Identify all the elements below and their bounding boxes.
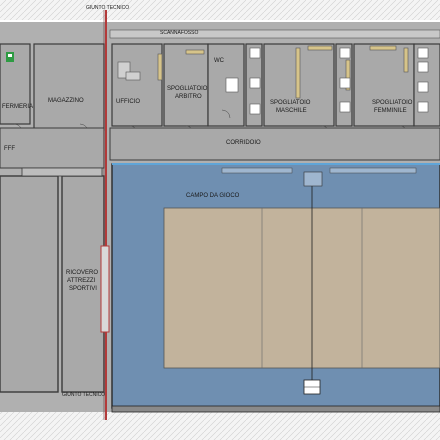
ricovero-label-2: ATTREZZI: [67, 278, 96, 284]
spogliatoio-maschile-label-2: MASCHILE: [276, 108, 307, 114]
fff-label: FFF: [4, 146, 15, 152]
floor-plan-drawing: [0, 0, 440, 440]
fff-area: [0, 127, 105, 169]
joint-label-bottom: GIUNTO TECNICO: [62, 392, 106, 398]
corridoio-label: CORRIDOIO: [226, 140, 261, 146]
room-spogliatoio-arbitro: [163, 43, 209, 127]
bench-2: [329, 167, 417, 174]
room-magazzino: [33, 43, 105, 131]
wc-label: WC: [214, 58, 224, 64]
exterior-strip-top: [0, 0, 440, 20]
ricovero-label-3: SPORTIVI: [69, 286, 97, 292]
spogliatoio-maschile-label-1: SPOGLIATOIO: [270, 100, 311, 106]
bench-1: [221, 167, 293, 174]
service-rooms: [0, 43, 440, 131]
hall-bottom-wall: [111, 405, 440, 413]
ricovero-label-1: RICOVERO: [66, 270, 99, 276]
campo-label: CAMPO DA GIOCO: [186, 193, 240, 199]
spogliatoio-femminile-label-1: SPOGLIATOIO: [372, 100, 413, 106]
magazzino-label: MAGAZZINO: [48, 98, 84, 104]
scannafosso-label: SCANNAFOSSO: [160, 30, 199, 36]
storage-vestibule: [21, 167, 103, 177]
floor-plan: GIUNTO TECNICO GIUNTO TECNICO SCANNAFOSS…: [0, 0, 440, 440]
ufficio-label: UFFICIO: [116, 99, 140, 105]
spogliatoio-arbitro-label-2: ARBITRO: [175, 94, 202, 100]
infermeria-label: FERMERIA: [2, 104, 34, 110]
room-infermeria: [0, 43, 31, 125]
room-left-storage: [0, 175, 59, 393]
corridor: [109, 127, 440, 161]
hall-door-left: [100, 245, 110, 333]
joint-label-top: GIUNTO TECNICO: [86, 5, 130, 11]
room-ufficio: [111, 43, 163, 127]
spogliatoio-femminile-label-2: FEMMINILE: [374, 108, 407, 114]
spogliatoio-arbitro-label-1: SPOGLIATOIO: [167, 86, 208, 92]
scoreboard-top: [303, 171, 323, 187]
playing-court: [163, 207, 440, 369]
exterior-ground: [0, 410, 440, 440]
